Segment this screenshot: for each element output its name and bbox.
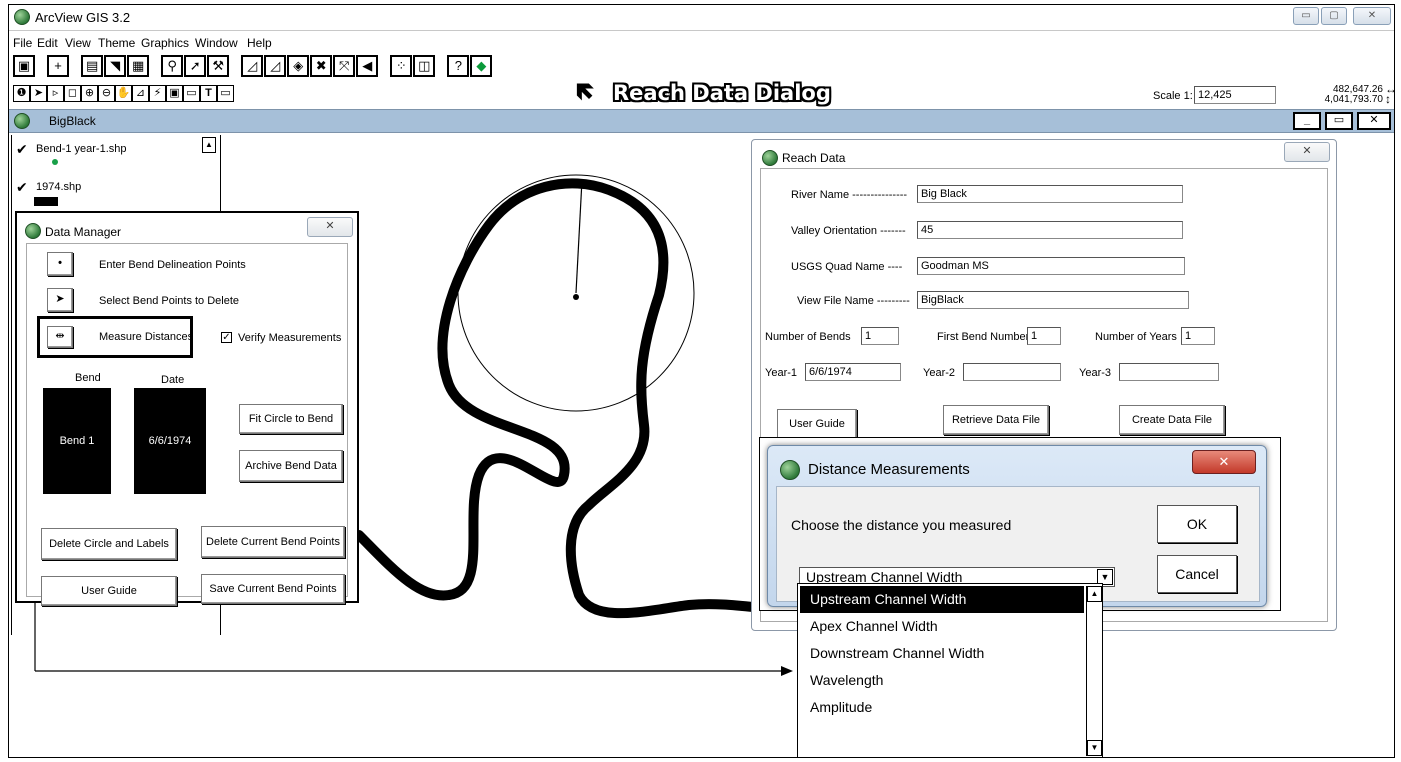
data-manager-close-button[interactable]: ✕ [307,217,353,237]
option-apex-width[interactable]: Apex Channel Width [800,613,1084,640]
first-bend-label: First Bend Number [937,331,1030,343]
year2-label: Year-2 [923,367,956,379]
bend-column-header: Bend [75,372,101,384]
valley-orientation-label: Valley Orientation ------- [791,225,906,237]
create-data-button[interactable]: Create Data File [1119,405,1225,435]
retrieve-data-button[interactable]: Retrieve Data File [943,405,1049,435]
option-wavelength[interactable]: Wavelength [800,667,1084,694]
year1-input[interactable]: 6/6/1974 [805,363,901,381]
view-file-label: View File Name --------- [797,295,910,307]
bend-list[interactable]: Bend 1 [43,388,111,494]
save-bend-points-button[interactable]: Save Current Bend Points [201,574,345,604]
enter-points-button[interactable]: • [47,252,73,276]
ok-button[interactable]: OK [1157,505,1237,543]
date-column-header: Date [161,374,185,386]
verify-checkbox[interactable]: ✓ [221,332,232,343]
select-delete-button[interactable]: ➤ [47,288,73,312]
num-bends-input[interactable]: 1 [861,327,899,345]
quad-name-input[interactable]: Goodman MS [917,257,1185,275]
fit-circle-button[interactable]: Fit Circle to Bend [239,404,343,434]
verify-label: Verify Measurements [238,332,342,344]
archive-bend-button[interactable]: Archive Bend Data [239,450,343,482]
measure-distances-button[interactable]: ⇹ [47,326,73,348]
num-bends-label: Number of Bends [765,331,851,343]
river-name-input[interactable]: Big Black [917,185,1183,203]
reach-data-icon [762,150,778,166]
scroll-down-icon[interactable]: ▼ [1087,740,1102,756]
data-manager-icon [25,223,41,239]
measure-distances-label: Measure Distances [99,331,194,343]
data-manager-dialog: Data Manager ✕ • Enter Bend Delineation … [15,211,359,606]
year2-input[interactable] [963,363,1061,381]
num-years-input[interactable]: 1 [1181,327,1215,345]
year3-label: Year-3 [1079,367,1112,379]
data-manager-body: • Enter Bend Delineation Points ➤ Select… [26,243,348,606]
cancel-button[interactable]: Cancel [1157,555,1237,593]
river-name-label: River Name --------------- [791,189,908,201]
arcview-window: ArcView GIS 3.2 ▭ ▢ ✕ File Edit View The… [8,4,1395,758]
reach-data-close-button[interactable]: ✕ [1284,142,1330,162]
options-scrollbar[interactable]: ▲ ▼ [1086,586,1102,756]
distance-prompt: Choose the distance you measured [791,517,1012,533]
select-delete-label: Select Bend Points to Delete [99,295,240,307]
quad-name-label: USGS Quad Name ---- [791,261,903,273]
view-file-input[interactable]: BigBlack [917,291,1189,309]
data-manager-title: Data Manager [45,225,122,239]
delete-bend-points-button[interactable]: Delete Current Bend Points [201,526,345,558]
reach-data-title: Reach Data [782,151,846,165]
date-list[interactable]: 6/6/1974 [134,388,206,494]
scroll-up-icon[interactable]: ▲ [1087,586,1102,602]
enter-points-label: Enter Bend Delineation Points [99,259,246,271]
option-downstream-width[interactable]: Downstream Channel Width [800,640,1084,667]
option-amplitude[interactable]: Amplitude [800,694,1084,721]
distance-dialog-icon [780,460,800,480]
num-years-label: Number of Years [1095,331,1177,343]
distance-dialog-title: Distance Measurements [808,461,970,478]
valley-orientation-input[interactable]: 45 [917,221,1183,239]
data-manager-user-guide-button[interactable]: User Guide [41,576,177,606]
year3-input[interactable] [1119,363,1219,381]
option-upstream-width[interactable]: Upstream Channel Width [800,586,1084,613]
year1-label: Year-1 [765,367,798,379]
distance-dialog-close-button[interactable]: ✕ [1192,450,1256,474]
distance-options-list: Upstream Channel Width Apex Channel Widt… [797,583,1103,757]
reach-user-guide-button[interactable]: User Guide [777,409,857,439]
first-bend-input[interactable]: 1 [1027,327,1061,345]
delete-circle-button[interactable]: Delete Circle and Labels [41,528,177,560]
